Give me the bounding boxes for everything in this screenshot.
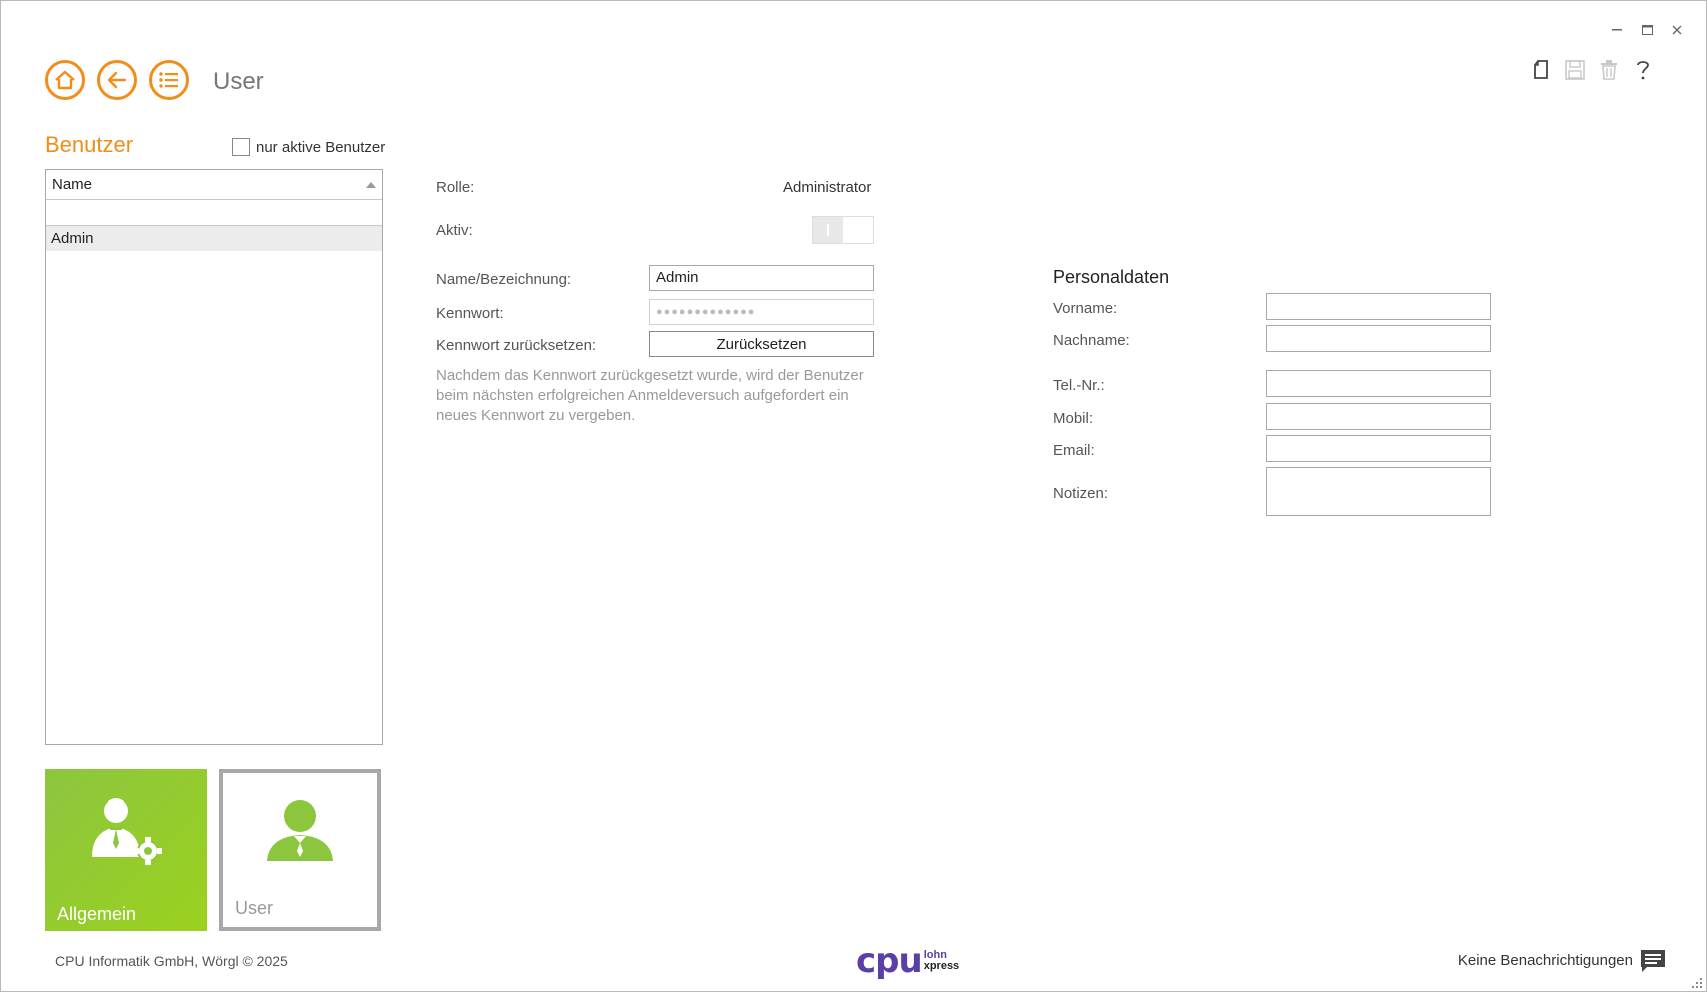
password-input[interactable]: ●●●●●●●●●●●●● [649,299,874,325]
email-label: Email: [1053,442,1095,459]
firstname-input[interactable] [1266,293,1491,320]
lastname-label: Nachname: [1053,332,1130,349]
arrow-left-icon [107,71,127,89]
menu-button[interactable] [149,60,189,100]
users-heading: Benutzer [45,132,134,157]
phone-label: Tel.-Nr.: [1053,377,1105,394]
firstname-label: Vorname: [1053,300,1118,317]
notes-label: Notizen: [1053,485,1109,502]
reset-note: Nachdem das Kennwort zurückgesetzt wurde… [436,367,864,424]
password-reset-label: Kennwort zurücksetzen: [436,337,597,354]
role-label: Rolle: [436,179,475,196]
resize-grip-icon[interactable] [1691,976,1703,988]
sort-ascending-icon [366,181,376,188]
close-icon[interactable] [1669,22,1685,38]
tile-user[interactable]: User [219,769,381,931]
window-controls [1609,22,1685,38]
email-input[interactable] [1266,435,1491,462]
toolbar [1531,58,1653,82]
name-input[interactable]: Admin [649,265,874,291]
name-label: Name/Bezeichnung: [436,271,572,288]
tile-allgemein-label: Allgemein [57,904,137,924]
user-settings-icon [45,797,207,869]
active-users-checkbox[interactable] [232,138,250,156]
minimize-icon[interactable] [1609,22,1625,38]
help-icon[interactable] [1633,58,1653,82]
active-toggle[interactable] [812,216,874,244]
logo-sub: lohn xpress [923,949,960,972]
mobile-input[interactable] [1266,403,1491,430]
active-users-label: nur aktive Benutzer [256,138,386,156]
maximize-icon[interactable] [1639,22,1655,38]
list-icon [159,72,178,88]
mobile-label: Mobil: [1053,410,1094,427]
toggle-on-indicator [813,217,843,243]
lastname-input[interactable] [1266,325,1491,352]
logo-main: cpu [856,941,923,981]
users-list[interactable]: Name Admin [45,169,383,745]
user-icon [223,799,377,863]
list-item[interactable]: Admin [46,226,382,251]
notes-input[interactable] [1266,467,1491,516]
home-button[interactable] [45,60,85,100]
active-users-filter[interactable]: nur aktive Benutzer [232,138,385,156]
trash-icon[interactable] [1599,58,1619,82]
new-document-icon[interactable] [1531,58,1551,82]
tile-allgemein[interactable]: Allgemein [45,769,207,931]
cpu-lohnxpress-logo: cpu lohn xpress [856,944,959,978]
active-label: Aktiv: [436,222,473,239]
page-title: User [213,68,264,95]
list-filter-row[interactable] [46,200,382,226]
copyright: CPU Informatik GmbH, Wörgl © 2025 [55,953,288,969]
home-icon [55,70,75,90]
notifications-label: Keine Benachrichtigungen [1457,952,1633,969]
tile-user-label: User [235,898,274,918]
name-column-header[interactable]: Name [46,170,382,200]
save-icon[interactable] [1565,58,1585,82]
name-column-label: Name [52,176,93,193]
phone-input[interactable] [1266,370,1491,397]
back-button[interactable] [97,60,137,100]
personal-data-title: Personaldaten [1053,267,1170,287]
role-value: Administrator [783,179,872,196]
notification-icon[interactable] [1639,948,1667,974]
reset-password-button[interactable]: Zurücksetzen [649,331,874,357]
password-label: Kennwort: [436,305,504,322]
